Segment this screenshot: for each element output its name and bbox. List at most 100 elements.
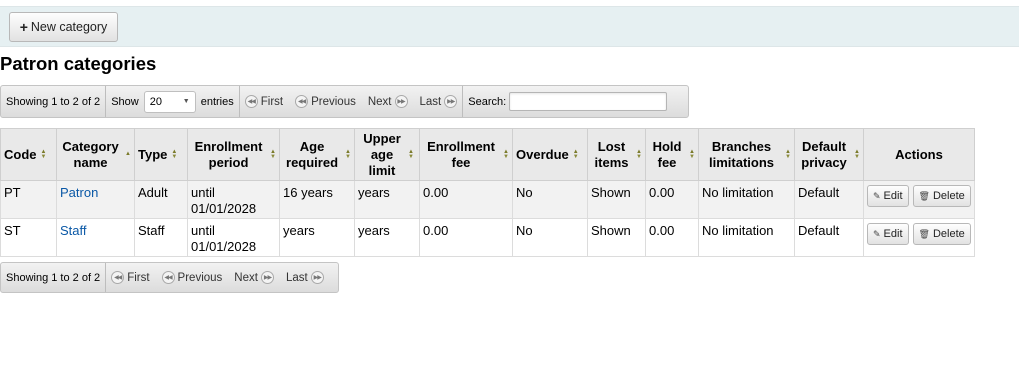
column-header-branches-limitations[interactable]: Branches limitations ▲ ▼ xyxy=(698,128,795,181)
cell-overdue: No xyxy=(512,218,588,257)
column-header-label: Enrollment fee xyxy=(427,138,495,170)
column-header-overdue[interactable]: Overdue ▲ ▼ xyxy=(512,128,588,181)
column-header-label: Default privacy xyxy=(801,138,847,170)
cell-enrollment-fee: 0.00 xyxy=(419,218,513,257)
toolbar: + New category xyxy=(0,6,1019,47)
cell-type: Staff xyxy=(134,218,188,257)
sort-icon: ▲ ▼ xyxy=(572,148,579,160)
sort-icon: ▲ ▼ xyxy=(689,148,695,160)
trash-icon: 🗑 xyxy=(918,191,930,201)
last-page-label: Last xyxy=(419,95,442,108)
column-header-upper-age-limit[interactable]: Upper age limit ▲ ▼ xyxy=(354,128,420,181)
double-right-icon: ▶▶ xyxy=(394,95,408,108)
column-header-type[interactable]: Type ▲ ▼ xyxy=(134,128,188,181)
sort-icon: ▲ ▼ xyxy=(854,148,860,160)
table-controls-top: Showing 1 to 2 of 2 Show 20 ▼ entries ◀◀… xyxy=(0,85,689,118)
previous-page-button[interactable]: ◀◀ Previous xyxy=(295,95,356,108)
entries-select[interactable]: 20 ▼ xyxy=(143,90,196,113)
edit-label: Edit xyxy=(883,190,903,202)
column-header-lost-items[interactable]: Lost items ▲ ▼ xyxy=(587,128,646,181)
category-name-link[interactable]: Staff xyxy=(60,223,87,238)
pagination: ◀◀ First ◀◀ Previous Next ▶▶ Last ▶▶ xyxy=(106,263,329,292)
column-header-label: Hold fee xyxy=(652,138,682,170)
table-header-row: Code▲▼ Category name▲▼ Type▲▼ Enrollment… xyxy=(0,128,975,181)
double-right-icon: ▶▶ xyxy=(444,95,458,108)
table-info: Showing 1 to 2 of 2 xyxy=(1,263,107,292)
column-header-category-name[interactable]: Category name ▲▼ xyxy=(56,128,135,181)
previous-page-button[interactable]: ◀◀ Previous xyxy=(161,271,223,284)
sort-icon: ▲ ▼ xyxy=(408,148,414,160)
last-page-button[interactable]: Last ▶▶ xyxy=(420,95,458,108)
previous-page-label: Previous xyxy=(311,95,356,108)
first-page-button[interactable]: ◀◀ First xyxy=(111,271,150,284)
cell-upper-age-limit: years xyxy=(354,180,420,219)
pencil-icon: ✎ xyxy=(873,229,881,239)
delete-button[interactable]: 🗑 Delete xyxy=(912,223,971,245)
pagination: ◀◀ First ◀◀ Previous Next ▶▶ Last ▶▶ xyxy=(240,86,464,117)
cell-overdue: No xyxy=(512,180,588,219)
search-input[interactable] xyxy=(509,92,668,111)
patron-categories-table: Code▲▼ Category name▲▼ Type▲▼ Enrollment… xyxy=(0,128,975,257)
new-category-button[interactable]: + New category xyxy=(9,12,118,42)
cell-hold-fee: 0.00 xyxy=(645,218,699,257)
column-header-label: Enrollment period xyxy=(194,138,263,170)
table-row: ST Staff Staff until 01/01/2028 years ye… xyxy=(0,218,975,257)
delete-button[interactable]: 🗑 Delete xyxy=(912,185,971,207)
column-header-code[interactable]: Code ▲ ▼ xyxy=(0,128,57,181)
column-header-label: Lost items xyxy=(594,138,629,170)
plus-icon: + xyxy=(19,19,28,35)
cell-upper-age-limit: years xyxy=(354,218,420,257)
last-page-button[interactable]: Last ▶▶ xyxy=(286,271,324,284)
sort-icon: ▲ ▼ xyxy=(503,148,509,160)
previous-page-label: Previous xyxy=(177,271,223,284)
edit-button[interactable]: ✎ Edit xyxy=(867,185,909,207)
cell-age-required: years xyxy=(279,218,355,257)
double-left-icon: ◀◀ xyxy=(161,271,175,284)
cell-actions: ✎ Edit 🗑 Delete xyxy=(863,218,975,257)
column-header-label: Actions xyxy=(895,146,943,162)
search-filter: Search: xyxy=(463,86,672,117)
cell-actions: ✎ Edit 🗑 Delete xyxy=(863,180,975,219)
chevron-down-icon: ▼ xyxy=(182,98,190,105)
cell-type: Adult xyxy=(134,180,188,219)
column-header-enrollment-period[interactable]: Enrollment period ▲ ▼ xyxy=(187,128,280,181)
double-right-icon: ▶▶ xyxy=(260,271,274,284)
cell-category-name: Staff xyxy=(56,218,135,257)
cell-code: PT xyxy=(0,180,57,219)
cell-enrollment-period: until 01/01/2028 xyxy=(187,218,280,257)
first-page-button[interactable]: ◀◀ First xyxy=(244,95,283,108)
next-page-button[interactable]: Next ▶▶ xyxy=(234,271,274,284)
table-controls-bottom: Showing 1 to 2 of 2 ◀◀ First ◀◀ Previous… xyxy=(0,262,339,293)
column-header-age-required[interactable]: Age required ▲ ▼ xyxy=(279,128,355,181)
double-left-icon: ◀◀ xyxy=(244,95,258,108)
column-header-label: Upper age limit xyxy=(363,130,401,178)
column-header-hold-fee[interactable]: Hold fee ▲ ▼ xyxy=(645,128,699,181)
cell-hold-fee: 0.00 xyxy=(645,180,699,219)
next-page-button[interactable]: Next ▶▶ xyxy=(368,95,408,108)
sort-icon: ▲ ▼ xyxy=(345,148,351,160)
sort-icon: ▲ ▼ xyxy=(40,148,47,160)
double-right-icon: ▶▶ xyxy=(310,271,324,284)
column-header-label: Code xyxy=(4,146,37,162)
cell-code: ST xyxy=(0,218,57,257)
table-row: PT Patron Adult until 01/01/2028 16 year… xyxy=(0,180,975,219)
edit-button[interactable]: ✎ Edit xyxy=(867,223,909,245)
column-header-default-privacy[interactable]: Default privacy ▲ ▼ xyxy=(794,128,864,181)
delete-label: Delete xyxy=(932,190,965,202)
cell-lost-items: Shown xyxy=(587,180,646,219)
double-left-icon: ◀◀ xyxy=(111,271,125,284)
column-header-enrollment-fee[interactable]: Enrollment fee ▲ ▼ xyxy=(419,128,513,181)
trash-icon: 🗑 xyxy=(918,229,930,239)
category-name-link[interactable]: Patron xyxy=(60,185,98,200)
cell-enrollment-period: until 01/01/2028 xyxy=(187,180,280,219)
entries-label: entries xyxy=(200,95,234,108)
next-page-label: Next xyxy=(367,95,392,108)
entries-length: Show 20 ▼ entries xyxy=(106,86,240,117)
column-header-label: Age required xyxy=(286,138,339,170)
delete-label: Delete xyxy=(932,228,965,240)
edit-label: Edit xyxy=(883,228,903,240)
double-left-icon: ◀◀ xyxy=(295,95,309,108)
entries-select-value: 20 xyxy=(149,95,162,108)
next-page-label: Next xyxy=(234,271,258,284)
column-header-actions: Actions xyxy=(863,128,975,181)
